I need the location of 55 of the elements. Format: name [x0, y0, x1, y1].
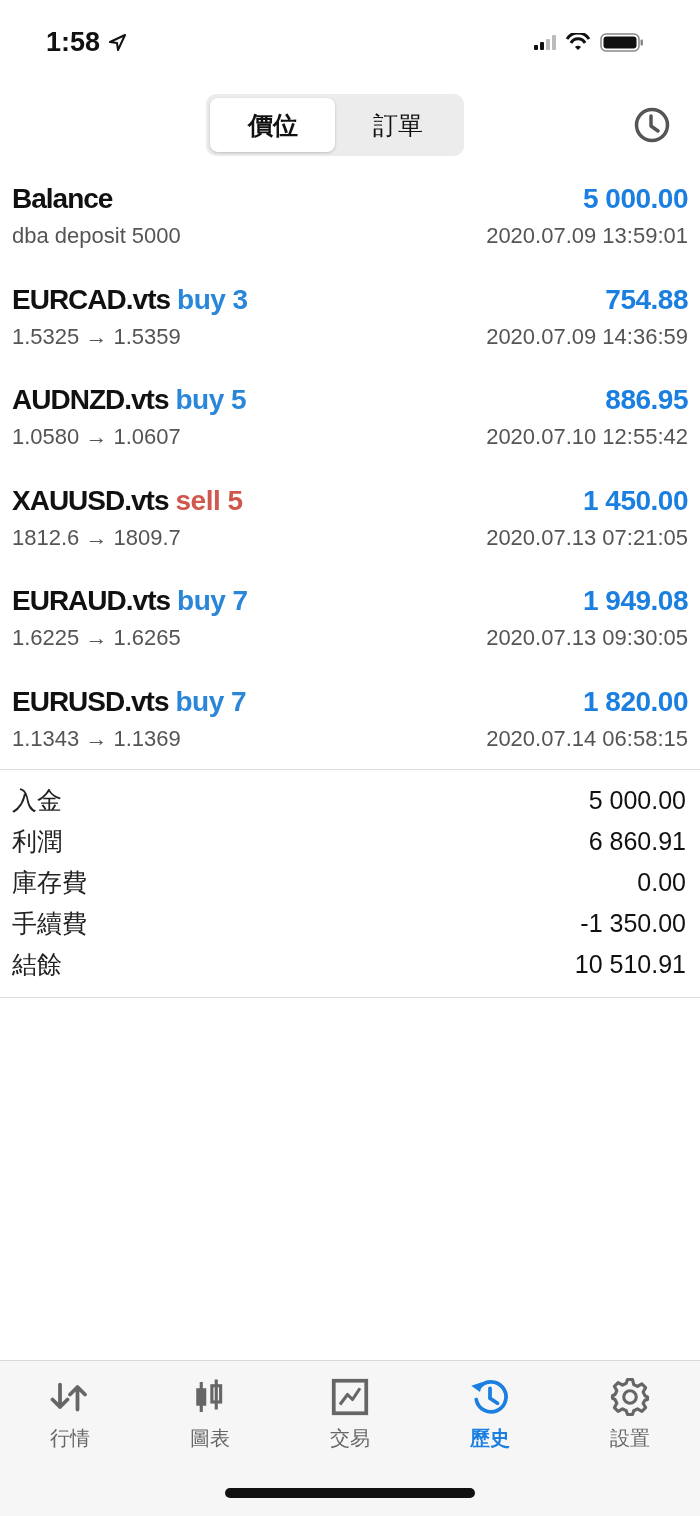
wifi-icon	[565, 33, 591, 51]
deal-amount: 1 450.00	[583, 484, 688, 517]
summary-value: 6 860.91	[588, 827, 686, 856]
price-change: 1.0580 → 1.0607	[12, 424, 181, 451]
summary-value: 10 510.91	[574, 950, 686, 979]
order-type: buy 7	[177, 585, 248, 618]
line-chart-icon	[330, 1377, 370, 1417]
tab-bar-item[interactable]: 行情	[0, 1377, 140, 1452]
status-time: 1:58	[46, 26, 101, 58]
battery-icon	[600, 32, 644, 52]
history-icon	[470, 1377, 510, 1417]
order-type: sell 5	[175, 484, 243, 517]
deal-symbol: XAUUSD.vts	[12, 484, 169, 517]
clock-icon[interactable]	[634, 107, 670, 143]
deal-symbol: EURCAD.vts	[12, 283, 171, 316]
summary-value: 0.00	[637, 868, 686, 897]
deal-amount: 754.88	[605, 283, 688, 316]
tab-bar-item[interactable]: 設置	[560, 1377, 700, 1452]
settings-icon	[610, 1377, 650, 1417]
summary-value: 5 000.00	[588, 786, 686, 815]
location-arrow-icon	[108, 32, 128, 52]
deal-time: 2020.07.09 14:36:59	[486, 323, 688, 350]
price-change: 1.6225 → 1.6265	[12, 625, 181, 652]
order-type: buy 3	[177, 283, 248, 316]
deal-symbol: AUDNZD.vts	[12, 384, 169, 417]
signal-icon	[534, 34, 556, 50]
summary-value: -1 350.00	[580, 909, 686, 938]
segment-tab[interactable]: 價位	[210, 98, 335, 152]
price-change: 1.1343 → 1.1369	[12, 725, 181, 752]
order-type: buy 7	[175, 685, 247, 718]
deal-title: Balance	[12, 183, 113, 216]
tab-bar-item[interactable]: 交易	[280, 1377, 420, 1452]
tab-bar-item[interactable]: 歷史	[420, 1377, 560, 1452]
price-change: 1812.6 → 1809.7	[12, 524, 181, 551]
deal-amount: 5 000.00	[583, 183, 688, 216]
summary-label: 手續費	[12, 908, 87, 939]
segment-tab[interactable]: 訂單	[335, 98, 460, 152]
deal-comment: dba deposit 5000	[12, 223, 181, 250]
summary-label: 入金	[12, 785, 62, 816]
deal-amount: 1 820.00	[583, 685, 688, 718]
deal-symbol: EURAUD.vts	[12, 585, 171, 618]
order-type: buy 5	[175, 384, 247, 417]
deal-amount: 886.95	[605, 384, 688, 417]
deal-symbol: EURUSD.vts	[12, 685, 169, 718]
deal-time: 2020.07.13 09:30:05	[486, 625, 688, 652]
deal-amount: 1 949.08	[583, 585, 688, 618]
summary-label: 結餘	[12, 949, 62, 980]
deal-time: 2020.07.09 13:59:01	[486, 223, 688, 250]
deal-time: 2020.07.10 12:55:42	[486, 424, 688, 451]
summary-label: 庫存費	[12, 867, 87, 898]
deal-time: 2020.07.13 07:21:05	[486, 524, 688, 551]
deal-time: 2020.07.14 06:58:15	[486, 725, 688, 752]
price-change: 1.5325 → 1.5359	[12, 323, 181, 350]
tab-bar-item[interactable]: 圖表	[140, 1377, 280, 1452]
summary-label: 利潤	[12, 826, 62, 857]
